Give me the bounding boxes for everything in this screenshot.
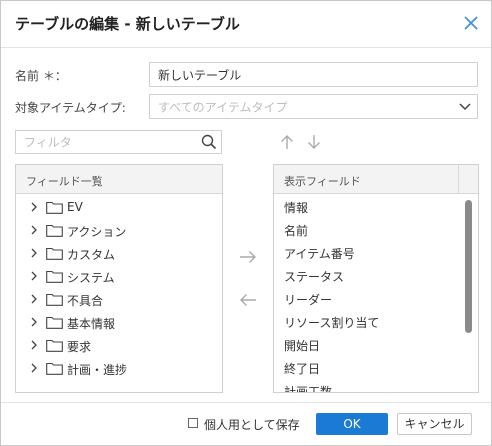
- field-list-header: フィールド一覧: [16, 165, 222, 194]
- list-item[interactable]: 終了日: [284, 360, 320, 377]
- name-input[interactable]: 新しいテーブル: [149, 62, 478, 87]
- ok-button[interactable]: OK: [316, 413, 388, 435]
- chevron-right-icon[interactable]: [31, 363, 37, 373]
- filter-placeholder: フィルタ: [24, 135, 72, 150]
- name-label: 名前 ＊：: [15, 69, 67, 83]
- tree-item-label: 要求: [67, 340, 92, 354]
- field-list-panel: フィールド一覧 EV アクションカスタムシステム不具合基本情報要求計画・進捗: [15, 164, 223, 393]
- tree-item-label: 不具合: [67, 294, 104, 308]
- move-down-icon[interactable]: [307, 134, 321, 150]
- display-fields-panel: 表示フィールド 情報名前アイテム番号 ステータスリーダーリソース割り当て 開始日終了…: [273, 164, 479, 393]
- display-fields-header: 表示フィールド: [274, 165, 478, 194]
- chevron-right-icon[interactable]: [31, 248, 37, 258]
- chevron-right-icon[interactable]: [31, 340, 37, 350]
- close-icon[interactable]: [463, 15, 479, 31]
- field-list-header-label: フィールド一覧: [26, 175, 103, 188]
- list-item[interactable]: アイテム番号: [284, 245, 355, 262]
- tree-item[interactable]: 不具合: [16, 290, 222, 310]
- folder-icon: [46, 270, 63, 283]
- item-type-label: 対象アイテムタイプ:: [15, 101, 126, 115]
- folder-icon: [46, 201, 63, 214]
- cancel-button[interactable]: キャンセル: [397, 413, 472, 435]
- chevron-right-icon[interactable]: [31, 271, 37, 281]
- tree-item[interactable]: 基本情報: [16, 313, 222, 333]
- folder-icon: [46, 293, 63, 306]
- list-item[interactable]: ステータス: [284, 268, 344, 285]
- tree-item-label: システム: [67, 271, 115, 285]
- folder-icon: [46, 247, 63, 260]
- personal-checkbox[interactable]: [188, 418, 198, 428]
- folder-icon: [46, 224, 63, 237]
- tree-item-label: EV: [67, 200, 83, 214]
- folder-icon: [46, 362, 63, 375]
- filter-input[interactable]: フィルタ: [15, 130, 222, 154]
- header-divider: [1, 47, 491, 48]
- chevron-right-icon[interactable]: [31, 225, 37, 235]
- name-input-value: 新しいテーブル: [158, 68, 242, 82]
- tree-item[interactable]: システム: [16, 267, 222, 287]
- scrollbar-thumb[interactable]: [465, 200, 472, 333]
- item-type-select[interactable]: すべてのアイテムタイプ: [149, 94, 478, 119]
- tree-item-label: 基本情報: [67, 317, 116, 331]
- chevron-right-icon[interactable]: [31, 294, 37, 304]
- footer-divider: [1, 402, 491, 403]
- list-item[interactable]: 情報: [284, 199, 308, 216]
- list-item[interactable]: リーダー: [284, 291, 332, 308]
- list-item[interactable]: 計画工数: [284, 383, 332, 392]
- header-column-divider: [458, 165, 459, 193]
- tree-item[interactable]: カスタム: [16, 244, 222, 264]
- arrow-left-icon[interactable]: [239, 293, 257, 307]
- tree-item[interactable]: 要求: [16, 336, 222, 356]
- display-fields-header-label: 表示フィールド: [284, 175, 361, 188]
- edit-table-dialog: テーブルの編集 - 新しいテーブル 名前 ＊： 新しいテーブル 対象アイテムタイ…: [0, 0, 492, 446]
- personal-checkbox-label[interactable]: 個人用として保存: [204, 416, 300, 433]
- list-item[interactable]: 開始日: [284, 337, 320, 354]
- tree-item-label: 計画・進捗: [67, 363, 128, 377]
- list-item[interactable]: 名前: [284, 222, 308, 239]
- move-up-icon[interactable]: [280, 134, 294, 150]
- search-icon[interactable]: [201, 134, 217, 150]
- tree-item-label: カスタム: [67, 248, 116, 262]
- list-item[interactable]: リソース割り当て: [284, 314, 379, 331]
- arrow-right-icon[interactable]: [239, 250, 257, 264]
- chevron-right-icon[interactable]: [31, 202, 37, 212]
- chevron-right-icon[interactable]: [31, 317, 37, 327]
- dialog-title: テーブルの編集 - 新しいテーブル: [15, 15, 240, 33]
- folder-icon: [46, 316, 63, 329]
- chevron-down-icon: [459, 103, 471, 111]
- tree-item[interactable]: EV: [16, 198, 222, 218]
- folder-icon: [46, 339, 63, 352]
- tree-item[interactable]: 計画・進捗: [16, 359, 222, 379]
- tree-item[interactable]: アクション: [16, 221, 222, 241]
- item-type-placeholder: すべてのアイテムタイプ: [158, 100, 288, 114]
- tree-item-label: アクション: [67, 225, 127, 239]
